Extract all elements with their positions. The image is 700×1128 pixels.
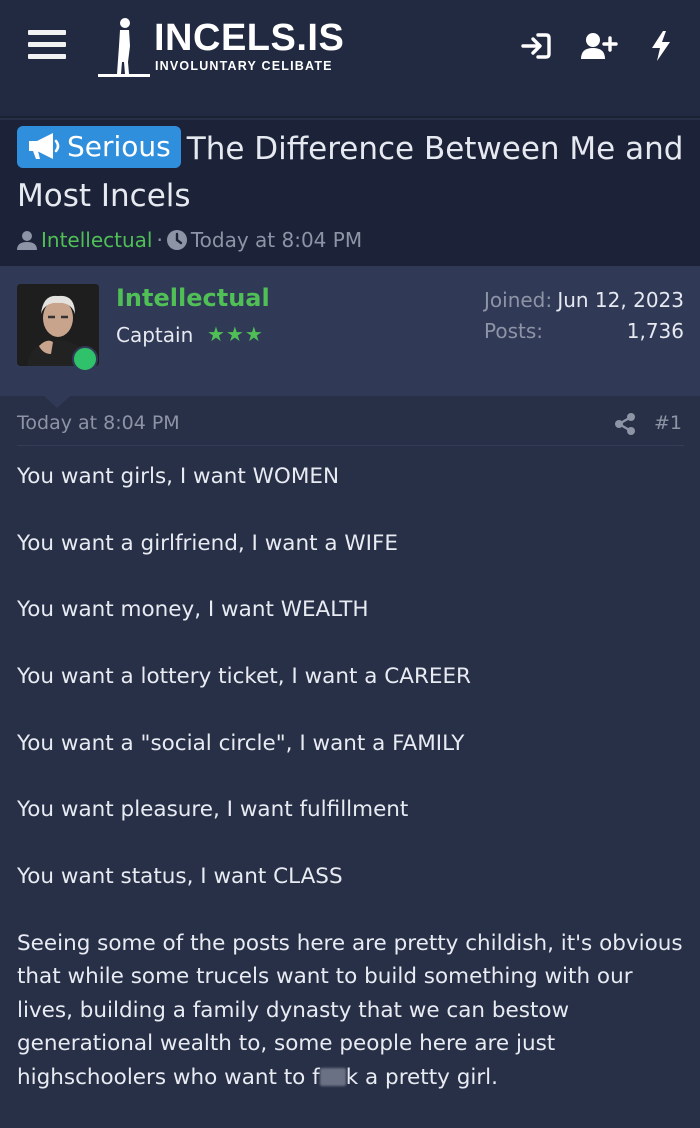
clock-icon [166, 230, 187, 250]
megaphone-icon [29, 133, 60, 159]
site-header: INCELS.IS INVOLUNTARY CELIBATE [0, 0, 700, 118]
author-name[interactable]: Intellectual [116, 284, 270, 312]
post-meta: Today at 8:04 PM #1 [17, 410, 684, 446]
register-icon[interactable] [580, 30, 618, 62]
post-line: You want money, I want WEALTH [17, 597, 369, 623]
prefix-badge[interactable]: Serious [17, 126, 181, 168]
joined-value: Jun 12, 2023 [557, 288, 684, 312]
thread-author-link[interactable]: Intellectual [41, 228, 152, 252]
site-logo[interactable]: INCELS.IS INVOLUNTARY CELIBATE [98, 16, 358, 80]
posts-value[interactable]: 1,736 [627, 319, 684, 350]
prefix-label: Serious [67, 130, 171, 163]
thread-meta: Intellectual · Today at 8:04 PM [17, 228, 362, 252]
post-line: You want girls, I want WOMEN [17, 464, 340, 489]
post-body: You want girls, I want WOMEN You want a … [17, 460, 687, 1128]
post-line: You want a girlfriend, I want a WIFE [17, 530, 398, 556]
panel-notch [44, 396, 70, 408]
post-line: You want status, I want CLASS [17, 864, 343, 890]
logo-subtitle: INVOLUNTARY CELIBATE [155, 59, 333, 73]
post-paragraph-end: k a pretty girl. [345, 1064, 498, 1090]
censored-blur [319, 1067, 346, 1086]
post-paragraph: Seeing some of the posts here are pretty… [17, 927, 687, 1095]
whats-new-icon[interactable] [648, 30, 674, 62]
posts-row: Posts: 1,736 [484, 319, 684, 350]
thread-title: Serious The Difference Between Me and Mos… [17, 126, 687, 220]
joined-label: Joined: [484, 288, 553, 312]
joined-row: Joined: Jun 12, 2023 [484, 288, 684, 319]
menu-icon[interactable] [28, 30, 66, 64]
author-stats: Joined: Jun 12, 2023 Posts: 1,736 [484, 288, 684, 350]
post-date[interactable]: Today at 8:04 PM [17, 412, 180, 434]
thread-header: Serious The Difference Between Me and Mos… [0, 120, 700, 266]
share-icon[interactable] [614, 412, 636, 436]
rank-stars: ★★★ [207, 322, 264, 346]
online-status-indicator [72, 346, 98, 372]
posts-label: Posts: [484, 319, 544, 343]
meta-separator: · [156, 228, 163, 252]
login-icon[interactable] [520, 30, 554, 62]
post-line: You want pleasure, I want fulfillment [17, 797, 409, 823]
author-panel: Intellectual Captain ★★★ Joined: Jun 12,… [0, 266, 700, 396]
post-number[interactable]: #1 [654, 412, 682, 434]
logo-figure-icon [98, 18, 150, 77]
post-line: You want a lottery ticket, I want a CARE… [17, 664, 471, 690]
post-line: You want a "social circle", I want a FAM… [17, 730, 465, 756]
logo-title: INCELS.IS [154, 17, 345, 59]
thread-time[interactable]: Today at 8:04 PM [191, 228, 362, 252]
author-rank: Captain [116, 323, 194, 347]
user-icon [17, 231, 37, 250]
